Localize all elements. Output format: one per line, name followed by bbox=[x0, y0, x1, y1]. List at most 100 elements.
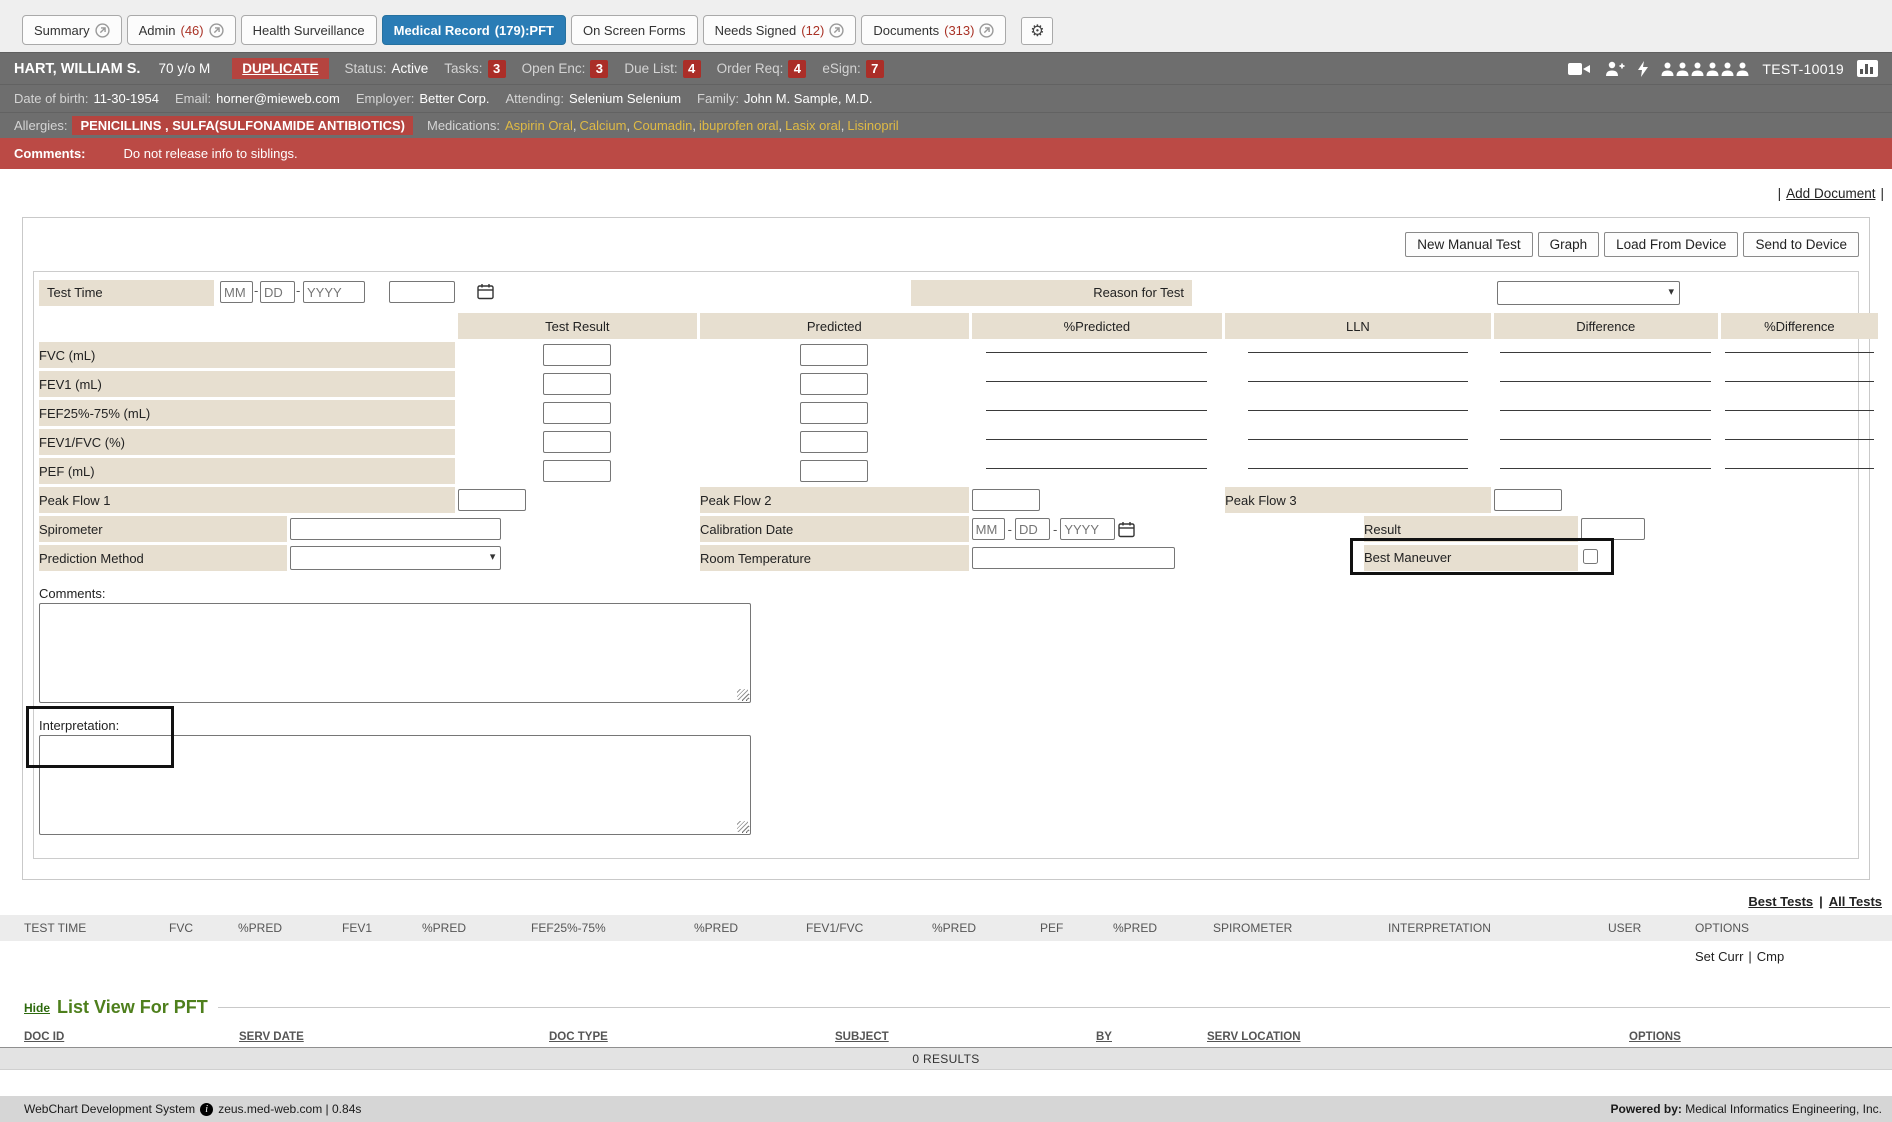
doc-column-header[interactable]: DOC TYPE bbox=[549, 1031, 835, 1043]
add-person-icon[interactable] bbox=[1604, 61, 1625, 77]
duplicate-flag[interactable]: DUPLICATE bbox=[232, 58, 328, 79]
doc-column-header[interactable]: SERV LOCATION bbox=[1207, 1031, 1629, 1043]
best-tests-link[interactable]: Best Tests bbox=[1748, 894, 1813, 909]
person-icon[interactable] bbox=[1661, 62, 1674, 76]
results-column-header: USER bbox=[1608, 921, 1695, 935]
doc-column-header[interactable]: SERV DATE bbox=[239, 1031, 549, 1043]
patient-id: TEST-10019 bbox=[1762, 61, 1844, 77]
empty-results-row: 0 RESULTS bbox=[0, 1048, 1892, 1070]
set-curr-link[interactable]: Set Curr bbox=[1695, 949, 1743, 964]
open-enc-label: Open Enc: bbox=[522, 61, 586, 76]
room-temperature-input[interactable] bbox=[972, 547, 1175, 569]
calibration-month-input[interactable] bbox=[972, 518, 1005, 540]
pef-test-result-input[interactable] bbox=[543, 460, 611, 482]
pef-lln-line bbox=[1248, 468, 1468, 469]
new-manual-test-button[interactable]: New Manual Test bbox=[1405, 232, 1532, 257]
person-icon[interactable] bbox=[1706, 62, 1719, 76]
hide-link[interactable]: Hide bbox=[24, 1001, 50, 1015]
test-time-day-input[interactable] bbox=[260, 281, 295, 303]
send-to-device-button[interactable]: Send to Device bbox=[1743, 232, 1859, 257]
due-list-badge[interactable]: 4 bbox=[683, 60, 701, 78]
column-header: LLN bbox=[1225, 313, 1491, 339]
tab-documents[interactable]: Documents (313) bbox=[861, 15, 1006, 45]
tasks-badge[interactable]: 3 bbox=[488, 60, 506, 78]
care-team-icons[interactable] bbox=[1661, 62, 1749, 76]
fvc-predicted-input[interactable] bbox=[800, 344, 868, 366]
peak-flow-3-input[interactable] bbox=[1494, 489, 1562, 511]
interpretation-textarea[interactable] bbox=[39, 735, 751, 835]
spirometer-input[interactable] bbox=[290, 518, 501, 540]
medication-link[interactable]: Calcium bbox=[580, 118, 627, 133]
peak-flow-1-input[interactable] bbox=[458, 489, 526, 511]
test-time-month-input[interactable] bbox=[220, 281, 253, 303]
comments-banner-label: Comments: bbox=[14, 146, 86, 161]
calibration-day-input[interactable] bbox=[1015, 518, 1050, 540]
reason-for-test-select[interactable] bbox=[1497, 281, 1680, 305]
cmp-link[interactable]: Cmp bbox=[1757, 949, 1784, 964]
tasks-label: Tasks: bbox=[444, 61, 482, 76]
order-req-badge[interactable]: 4 bbox=[788, 60, 806, 78]
fev1-test-result-input[interactable] bbox=[543, 373, 611, 395]
fev1fvc-lln-line bbox=[1248, 439, 1468, 440]
fef-predicted-input[interactable] bbox=[800, 402, 868, 424]
email-value[interactable]: horner@mieweb.com bbox=[216, 91, 340, 106]
test-time-time-input[interactable] bbox=[389, 281, 455, 303]
add-document-link[interactable]: Add Document bbox=[1786, 186, 1875, 201]
popout-icon[interactable] bbox=[979, 23, 994, 38]
medication-link[interactable]: Lisinopril bbox=[847, 118, 898, 133]
medication-link[interactable]: ibuprofen oral bbox=[699, 118, 779, 133]
tab-needs-signed[interactable]: Needs Signed (12) bbox=[703, 15, 857, 45]
open-enc-badge[interactable]: 3 bbox=[590, 60, 608, 78]
all-tests-link[interactable]: All Tests bbox=[1829, 894, 1882, 909]
doc-column-header[interactable]: BY bbox=[1096, 1031, 1207, 1043]
person-icon[interactable] bbox=[1676, 62, 1689, 76]
calibration-year-input[interactable] bbox=[1060, 518, 1115, 540]
doc-column-header[interactable]: SUBJECT bbox=[835, 1031, 1096, 1043]
tab-medical-record[interactable]: Medical Record (179):PFT bbox=[382, 15, 566, 45]
medication-link[interactable]: Lasix oral bbox=[785, 118, 841, 133]
tab-health-surveillance[interactable]: Health Surveillance bbox=[241, 15, 377, 45]
person-icon[interactable] bbox=[1736, 62, 1749, 76]
gear-icon[interactable] bbox=[1021, 17, 1053, 45]
popout-icon[interactable] bbox=[209, 23, 224, 38]
test-time-year-input[interactable] bbox=[303, 281, 365, 303]
prediction-method-select[interactable] bbox=[290, 546, 501, 570]
load-from-device-button[interactable]: Load From Device bbox=[1604, 232, 1738, 257]
video-camera-icon[interactable] bbox=[1568, 62, 1591, 76]
info-icon[interactable] bbox=[200, 1103, 213, 1116]
powered-by-label: Powered by: bbox=[1611, 1102, 1682, 1116]
fvc-test-result-input[interactable] bbox=[543, 344, 611, 366]
person-icon[interactable] bbox=[1691, 62, 1704, 76]
person-icon[interactable] bbox=[1721, 62, 1734, 76]
allergies-chip[interactable]: PENICILLINS , SULFA(SULFONAMIDE ANTIBIOT… bbox=[72, 116, 413, 135]
fev1-predicted-input[interactable] bbox=[800, 373, 868, 395]
fef-percent-difference-line bbox=[1725, 410, 1874, 411]
best-maneuver-checkbox[interactable] bbox=[1583, 549, 1598, 564]
lightning-bolt-icon[interactable] bbox=[1638, 61, 1648, 77]
tab-admin[interactable]: Admin (46) bbox=[127, 15, 236, 45]
bar-chart-icon[interactable] bbox=[1857, 60, 1878, 77]
pef-predicted-input[interactable] bbox=[800, 460, 868, 482]
popout-icon[interactable] bbox=[95, 23, 110, 38]
medication-link[interactable]: Coumadin bbox=[633, 118, 692, 133]
fev1fvc-test-result-input[interactable] bbox=[543, 431, 611, 453]
calendar-icon[interactable] bbox=[1118, 521, 1135, 538]
doc-column-header[interactable]: DOC ID bbox=[24, 1031, 239, 1043]
row-label: FEF25%-75% (mL) bbox=[39, 400, 455, 426]
peak-flow-2-input[interactable] bbox=[972, 489, 1040, 511]
tab-summary[interactable]: Summary bbox=[22, 15, 122, 45]
interpretation-label: Interpretation: bbox=[39, 718, 119, 733]
comments-textarea[interactable] bbox=[39, 603, 751, 703]
fef-test-result-input[interactable] bbox=[543, 402, 611, 424]
result-input[interactable] bbox=[1581, 518, 1645, 540]
calendar-icon[interactable] bbox=[477, 283, 494, 300]
comments-banner: Comments: Do not release info to sibling… bbox=[0, 138, 1892, 169]
popout-icon[interactable] bbox=[829, 23, 844, 38]
medication-link[interactable]: Aspirin Oral bbox=[505, 118, 573, 133]
dob-value: 11-30-1954 bbox=[93, 91, 159, 106]
esign-badge[interactable]: 7 bbox=[866, 60, 884, 78]
fev1fvc-predicted-input[interactable] bbox=[800, 431, 868, 453]
graph-button[interactable]: Graph bbox=[1538, 232, 1600, 257]
doc-column-header[interactable]: OPTIONS bbox=[1629, 1031, 1892, 1043]
tab-on-screen-forms[interactable]: On Screen Forms bbox=[571, 15, 698, 45]
